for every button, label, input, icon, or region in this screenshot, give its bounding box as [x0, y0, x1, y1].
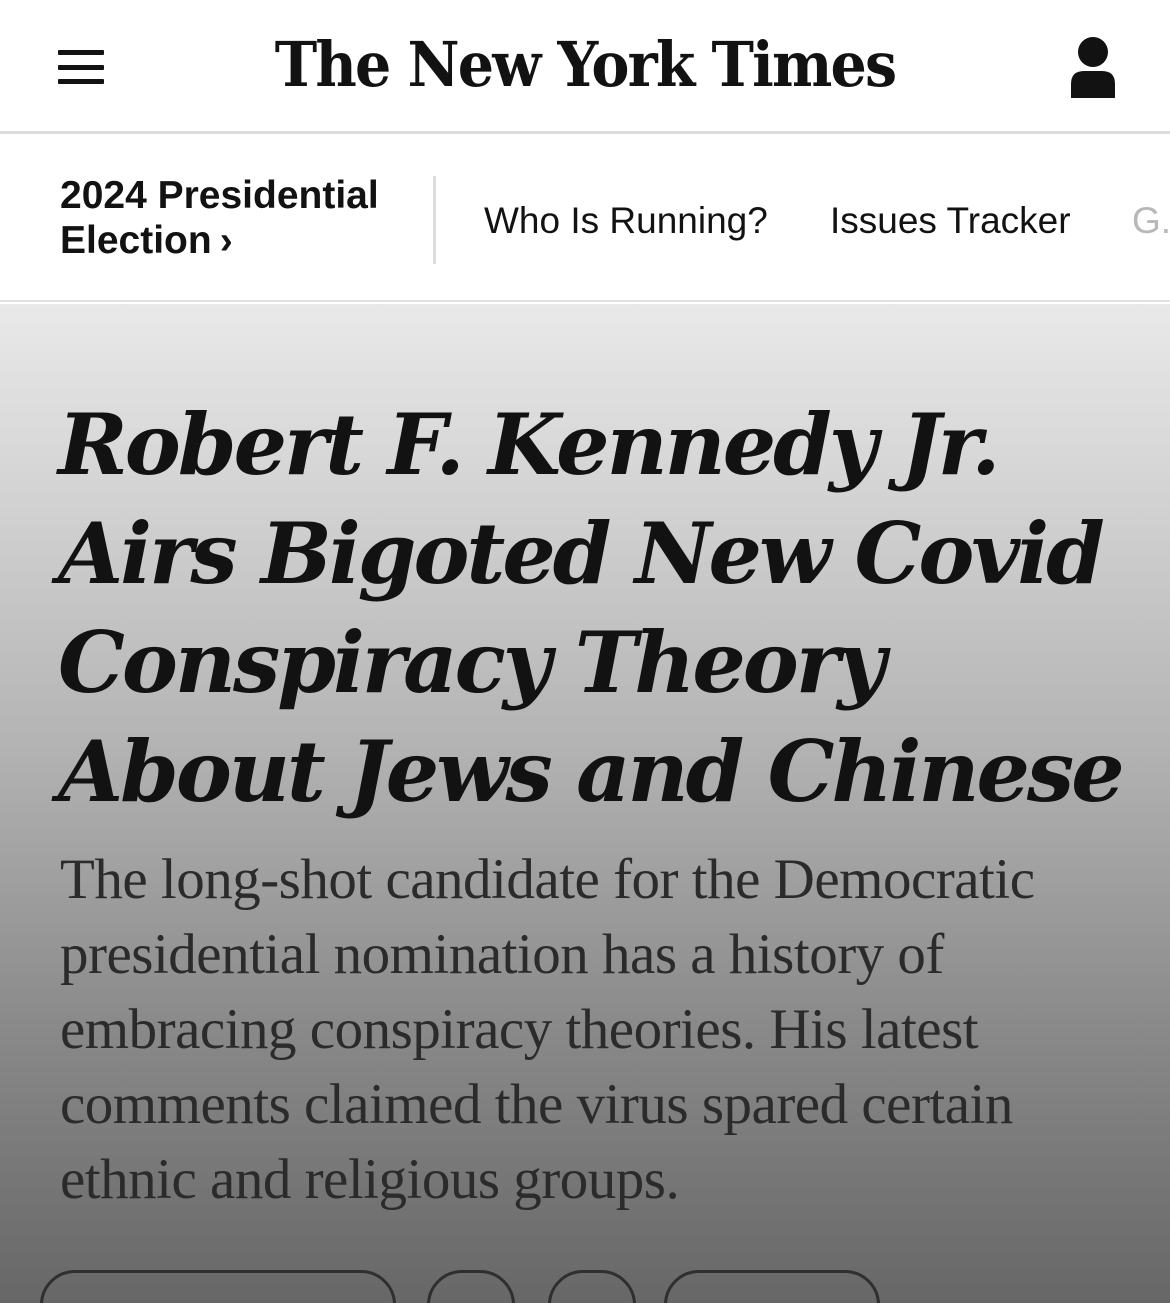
article-headline: Robert F. Kennedy Jr. Airs Bigoted New C… [58, 395, 1125, 821]
person-account-icon[interactable] [1066, 36, 1120, 98]
masthead: The New York Times [0, 0, 1170, 134]
article-hero: Robert F. Kennedy Jr. Airs Bigoted New C… [0, 304, 1170, 1303]
share-full-article-button[interactable] [40, 1270, 396, 1303]
person-icon-graphic [1071, 37, 1115, 98]
section-nav: 2024 Presidential Election › Who Is Runni… [0, 137, 1170, 302]
nav-link-truncated[interactable]: G... [1132, 199, 1170, 243]
section-title-link[interactable]: 2024 Presidential Election › [60, 173, 410, 263]
nav-link-who-is-running[interactable]: Who Is Running? [484, 199, 768, 243]
nav-divider [433, 176, 436, 264]
nav-link-issues-tracker[interactable]: Issues Tracker [830, 199, 1071, 243]
comments-button[interactable] [664, 1270, 880, 1303]
chevron-right-icon: › [219, 219, 233, 262]
nyt-logo[interactable]: The New York Times [47, 22, 1123, 108]
article-summary: The long-shot candidate for the Democrat… [60, 848, 1035, 1211]
